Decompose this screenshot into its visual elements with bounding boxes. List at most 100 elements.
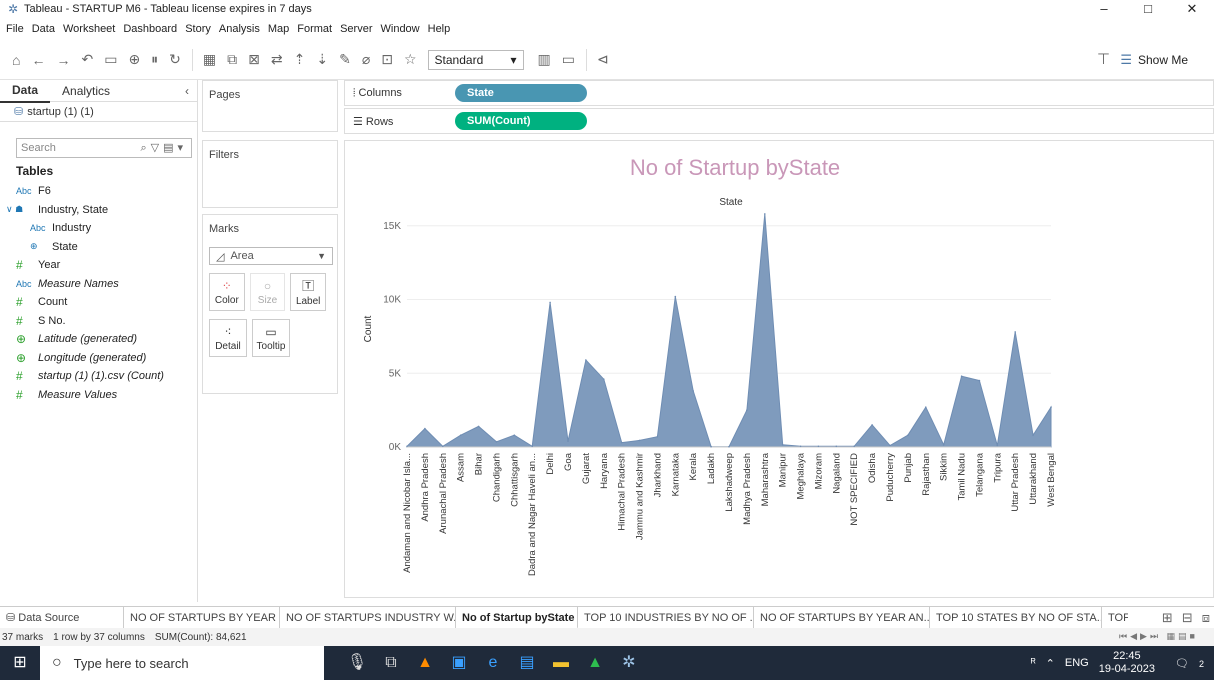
people-icon[interactable]: ᴿ xyxy=(1031,657,1036,669)
datasource-item[interactable]: ⛁ startup (1) (1) xyxy=(0,102,197,122)
detail-button[interactable]: ⁖ Detail xyxy=(209,319,247,357)
clear-sheet-icon[interactable]: ⊠ xyxy=(248,51,260,68)
show-cards-icon[interactable]: ▥ xyxy=(538,51,551,68)
pause-updates-icon[interactable]: ⏸ xyxy=(151,51,158,68)
field-search-input[interactable]: Search ⌕▽▤▾ xyxy=(16,138,192,158)
field-item[interactable]: Abc F6 xyxy=(0,182,198,201)
green-app-icon[interactable]: ▲ xyxy=(578,646,612,680)
swap-axes-icon[interactable]: ⇄ xyxy=(271,51,283,68)
duplicate-sheet-icon[interactable]: ⧉ xyxy=(227,51,237,68)
field-item[interactable]: # startup (1) (1).csv (Count) xyxy=(0,367,198,386)
columns-shelf[interactable]: ⦙ Columns State xyxy=(344,80,1214,106)
language-indicator[interactable]: ENG xyxy=(1065,657,1089,669)
tooltip-button[interactable]: ▭ Tooltip xyxy=(252,319,290,357)
menu-help[interactable]: Help xyxy=(428,23,451,35)
tooltip-pin-icon[interactable]: ⊤ xyxy=(1097,50,1110,68)
menu-window[interactable]: Window xyxy=(381,23,420,35)
save-icon[interactable]: ▭ xyxy=(104,51,117,68)
new-story-tab-icon[interactable]: ⧈ xyxy=(1202,610,1210,626)
field-label: Latitude (generated) xyxy=(38,333,138,346)
tableau-taskbar-icon[interactable]: ✲ xyxy=(612,646,646,680)
back-icon[interactable]: ← xyxy=(31,52,45,68)
vlc-icon[interactable]: ▲ xyxy=(408,646,442,680)
sheet-tab-startups-year-and[interactable]: NO OF STARTUPS BY YEAR AN... xyxy=(754,606,930,629)
field-item[interactable]: ⊕ Longitude (generated) xyxy=(0,349,198,368)
undo-icon[interactable]: ↶ xyxy=(81,51,93,68)
menu-worksheet[interactable]: Worksheet xyxy=(63,23,115,35)
fit-dropdown[interactable]: Standard ▾ xyxy=(427,49,524,70)
field-item[interactable]: Abc Measure Names xyxy=(0,275,198,294)
tab-analytics[interactable]: Analytics xyxy=(50,80,122,102)
menu-data[interactable]: Data xyxy=(32,23,55,35)
data-pane-tabs: Data Analytics ‹ xyxy=(0,79,197,103)
share-icon[interactable]: ⊲ xyxy=(597,51,609,68)
show-me-button[interactable]: ☰ Show Me xyxy=(1120,52,1188,68)
tab-data[interactable]: Data xyxy=(0,79,51,103)
rows-pill-sum-count[interactable]: SUM(Count) xyxy=(455,112,587,130)
taskbar-clock[interactable]: 22:45 19-04-2023 xyxy=(1099,650,1155,676)
close-button[interactable]: ✕ xyxy=(1170,0,1214,18)
presentation-icon[interactable]: ▭ xyxy=(562,51,575,68)
menu-server[interactable]: Server xyxy=(340,23,372,35)
sheet-tab-truncated[interactable]: TOF xyxy=(1102,607,1128,629)
minimize-button[interactable]: – xyxy=(1082,0,1126,18)
show-labels-icon[interactable]: ⊡ xyxy=(381,51,393,68)
field-item[interactable]: Abc Industry xyxy=(0,219,198,238)
sheet-tab-startups-industry[interactable]: NO OF STARTUPS INDUSTRY W... xyxy=(280,606,456,629)
pin-icon[interactable]: ☆ xyxy=(404,51,417,68)
area-chart[interactable]: No of Startup byState State Count 0K 5K 10K 15… xyxy=(345,141,1213,597)
field-item[interactable]: ⊕ State xyxy=(0,238,198,257)
tray-chevron-up-icon[interactable]: ⌃ xyxy=(1046,657,1055,670)
new-worksheet-tab-icon[interactable]: ⊞ xyxy=(1162,610,1173,626)
sort-descending-icon[interactable]: ⇣ xyxy=(316,51,328,68)
taskbar-search-input[interactable]: ○ Type here to search xyxy=(40,646,324,680)
field-item[interactable]: # S No. xyxy=(0,312,198,331)
label-button[interactable]: 🅃 Label xyxy=(290,273,327,311)
microphone-icon[interactable]: 🎙 xyxy=(340,646,374,680)
columns-pill-state[interactable]: State xyxy=(455,84,587,102)
field-item[interactable]: # Year xyxy=(0,256,198,275)
refresh-icon[interactable]: ↻ xyxy=(169,51,181,68)
sheet-tab-startups-by-year[interactable]: NO OF STARTUPS BY YEAR xyxy=(124,606,280,629)
task-view-icon[interactable]: ⧉ xyxy=(374,646,408,680)
sheet-tab-top10-states[interactable]: TOP 10 STATES BY NO OF STA... xyxy=(930,606,1102,629)
search-filter-icons[interactable]: ⌕▽▤▾ xyxy=(140,141,187,155)
edge-icon[interactable]: e xyxy=(476,646,510,680)
rows-shelf[interactable]: ☰ Rows SUM(Count) xyxy=(344,108,1214,134)
filters-shelf[interactable]: Filters xyxy=(202,140,338,208)
highlight-icon[interactable]: ✎ xyxy=(339,51,351,68)
pages-shelf[interactable]: Pages xyxy=(202,80,338,132)
sheet-navigation-icons[interactable]: ⏮◀▶⏭ ▦▤■ xyxy=(1119,631,1198,642)
size-button[interactable]: ○ Size xyxy=(249,273,286,311)
add-datasource-icon[interactable]: ⊕ xyxy=(128,51,140,68)
collapse-pane-icon[interactable]: ‹ xyxy=(185,84,189,98)
sheet-tab-startup-by-state[interactable]: No of Startup byState xyxy=(456,606,578,629)
field-item[interactable]: ∨ ☗ Industry, State xyxy=(0,201,198,220)
worksheet-view[interactable]: No of Startup byState State Count 0K 5K 10K 15… xyxy=(344,140,1214,598)
menu-format[interactable]: Format xyxy=(297,23,332,35)
notification-icon[interactable]: 🗨 2 xyxy=(1175,657,1204,670)
group-members-icon[interactable]: ⌀ xyxy=(362,51,370,68)
tab-data-source[interactable]: ⛁ Data Source xyxy=(0,606,124,629)
sort-ascending-icon[interactable]: ⇡ xyxy=(294,51,306,68)
menu-analysis[interactable]: Analysis xyxy=(219,23,260,35)
news-app-icon[interactable]: ▤ xyxy=(510,646,544,680)
windows-start-icon[interactable]: ⊞ xyxy=(0,646,40,680)
menu-map[interactable]: Map xyxy=(268,23,289,35)
new-dashboard-tab-icon[interactable]: ⊟ xyxy=(1182,610,1193,626)
menu-file[interactable]: File xyxy=(6,23,24,35)
new-worksheet-icon[interactable]: ▦ xyxy=(203,51,216,68)
sheet-tab-top10-industries[interactable]: TOP 10 INDUSTRIES BY NO OF ... xyxy=(578,606,754,629)
color-button[interactable]: ⁘ Color xyxy=(209,273,245,311)
file-explorer-icon[interactable]: ▬ xyxy=(544,646,578,680)
home-icon[interactable]: ⌂ xyxy=(12,52,20,68)
mark-type-dropdown[interactable]: ◿ Area ▼ xyxy=(209,247,333,265)
field-item[interactable]: # Count xyxy=(0,293,198,312)
maximize-button[interactable]: □ xyxy=(1126,0,1170,18)
menu-dashboard[interactable]: Dashboard xyxy=(123,23,177,35)
store-icon[interactable]: ▣ xyxy=(442,646,476,680)
menu-story[interactable]: Story xyxy=(185,23,211,35)
field-item[interactable]: ⊕ Latitude (generated) xyxy=(0,330,198,349)
field-item[interactable]: # Measure Values xyxy=(0,386,198,405)
forward-icon[interactable]: → xyxy=(56,52,70,68)
